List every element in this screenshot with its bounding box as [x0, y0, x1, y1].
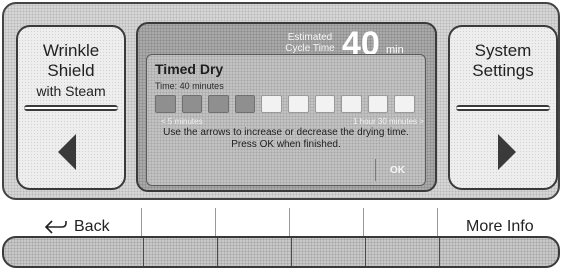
more-info-button[interactable]: More Info	[466, 218, 534, 236]
time-level-bar[interactable]	[155, 95, 421, 113]
wrinkle-shield-label: Wrinkle Shield with Steam	[18, 41, 124, 101]
soft-key-more-info[interactable]	[439, 238, 558, 266]
time-level-segment	[314, 95, 336, 113]
back-button[interactable]: Back	[44, 218, 110, 236]
estimated-cycle-time-label: Estimated Cycle Time	[280, 32, 340, 54]
time-level-segment	[367, 95, 389, 113]
wrinkle-shield-button[interactable]: Wrinkle Shield with Steam	[16, 25, 126, 190]
wrinkle-shield-divider	[24, 105, 118, 111]
system-settings-line2: Settings	[472, 61, 534, 80]
time-level-segment	[181, 95, 203, 113]
dialog-title: Timed Dry	[155, 61, 224, 77]
dialog-time-readout: Time: 40 minutes	[155, 81, 224, 91]
footer-separator	[363, 208, 364, 236]
right-arrow-icon[interactable]	[498, 134, 516, 170]
footer-separator	[289, 208, 290, 236]
estimated-label-line2: Cycle Time	[285, 43, 335, 54]
time-level-segment	[234, 95, 256, 113]
time-level-segment	[261, 95, 282, 113]
soft-key-4[interactable]	[291, 238, 365, 266]
soft-key-3[interactable]	[217, 238, 291, 266]
back-label: Back	[74, 218, 110, 235]
system-settings-divider	[456, 105, 550, 111]
back-arrow-icon	[44, 220, 67, 234]
range-min-label: < 5 minutes	[161, 117, 203, 126]
instruction-line2: Press OK when finished.	[231, 139, 341, 150]
range-max-label: 1 hour 30 minutes >	[353, 117, 424, 126]
time-level-segment	[341, 95, 362, 113]
system-settings-line1: System	[474, 41, 532, 60]
instruction-line1: Use the arrows to increase or decrease t…	[163, 127, 409, 138]
time-level-segment	[208, 95, 229, 113]
wrinkle-shield-line3: with Steam	[36, 83, 106, 99]
time-level-segment	[288, 95, 309, 113]
footer-separator	[215, 208, 216, 236]
footer-separator	[141, 208, 142, 236]
wrinkle-shield-line2: Shield	[47, 61, 95, 80]
wrinkle-shield-line1: Wrinkle	[42, 41, 100, 60]
timed-dry-dialog: Timed Dry Time: 40 minutes < 5 minutes 1…	[146, 54, 426, 186]
time-level-segment	[394, 95, 415, 113]
dialog-instructions: Use the arrows to increase or decrease t…	[147, 127, 425, 151]
soft-key-bar	[2, 236, 560, 268]
left-arrow-icon[interactable]	[58, 134, 76, 170]
estimated-label-line1: Estimated	[287, 32, 333, 43]
system-settings-button[interactable]: System Settings	[448, 25, 558, 190]
footer-separator	[437, 208, 438, 236]
soft-key-back[interactable]	[4, 238, 143, 266]
ok-button[interactable]: OK	[375, 159, 419, 181]
display-screen: Estimated Cycle Time 40 min Timed Dry Ti…	[136, 22, 437, 192]
more-info-label: More Info	[466, 218, 534, 235]
time-level-segment	[155, 95, 176, 113]
soft-key-2[interactable]	[143, 238, 217, 266]
system-settings-label: System Settings	[450, 41, 556, 81]
soft-key-5[interactable]	[365, 238, 439, 266]
